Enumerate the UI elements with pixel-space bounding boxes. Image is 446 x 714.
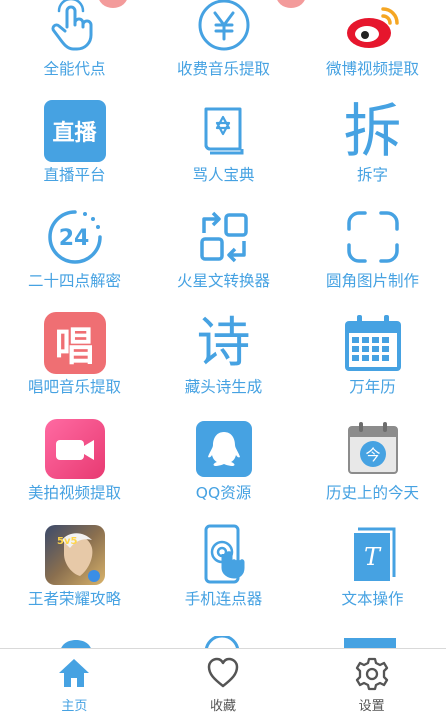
24-icon-text: 24	[58, 226, 89, 251]
tool-tile[interactable]: 唱 唱吧音乐提取	[0, 310, 149, 416]
tool-tile[interactable]: 诗 藏头诗生成	[149, 310, 298, 416]
changba-icon: 唱	[42, 310, 108, 376]
live-broadcast-icon: 直播	[42, 98, 108, 164]
tab-settings[interactable]: 设置	[297, 649, 446, 714]
tool-label: 全能代点	[43, 60, 106, 78]
tool-label: QQ资源	[195, 484, 252, 502]
home-icon	[57, 657, 91, 693]
tool-tile[interactable]: 直播 直播平台	[0, 98, 149, 204]
today-icon-text: 今	[365, 446, 380, 464]
tool-tile[interactable]: 收费音乐提取	[149, 0, 298, 98]
tool-tile[interactable]: 微博视频提取	[298, 0, 446, 98]
tool-label: 万年历	[349, 378, 396, 396]
game-icon-text: 5v5	[57, 536, 77, 547]
tool-label: 文本操作	[341, 590, 404, 608]
tool-tile[interactable]: T 文本操作	[298, 522, 446, 628]
tool-label: 美拍视频提取	[27, 484, 121, 502]
game-hero-icon: 5v5	[42, 522, 108, 588]
qq-penguin-icon	[191, 416, 257, 482]
24-clock-icon: 24	[42, 204, 108, 270]
tool-label: 微博视频提取	[325, 60, 419, 78]
meipai-video-icon	[42, 416, 108, 482]
tool-label: 二十四点解密	[27, 272, 121, 290]
calendar-icon	[340, 310, 406, 376]
tool-tile[interactable]: 24 二十四点解密	[0, 204, 149, 310]
book-star-icon	[191, 98, 257, 164]
heart-icon	[206, 657, 240, 693]
tool-label: 圆角图片制作	[325, 272, 419, 290]
tab-home[interactable]: 主页	[0, 649, 149, 714]
tool-label: 骂人宝典	[192, 166, 255, 184]
tool-tile[interactable]: QQ资源	[149, 416, 298, 522]
live-icon-text: 直播	[43, 100, 106, 162]
tab-favorites[interactable]: 收藏	[149, 649, 298, 714]
poem-icon-text: 诗	[196, 311, 251, 374]
tool-label: 历史上的今天	[325, 484, 419, 502]
tool-tile[interactable]: 拆 拆字	[298, 98, 446, 204]
tool-tile[interactable]: 5v5 王者荣耀攻略	[0, 522, 149, 628]
weibo-icon	[340, 0, 406, 58]
chai-char-icon: 拆	[340, 98, 406, 164]
phone-tap-icon	[191, 522, 257, 588]
today-calendar-icon: 今	[340, 416, 406, 482]
tool-tile[interactable]: 全能代点	[0, 0, 149, 98]
tool-label: 拆字	[356, 166, 388, 184]
tool-tile[interactable]: 圆角图片制作	[298, 204, 446, 310]
tap-hand-icon	[42, 0, 108, 58]
tool-label: 唱吧音乐提取	[27, 378, 121, 396]
tool-label: 直播平台	[43, 166, 106, 184]
text-document-icon: T	[340, 522, 406, 588]
tool-tile[interactable]: 万年历	[298, 310, 446, 416]
text-icon-text: T	[363, 543, 381, 571]
tab-label: 设置	[358, 699, 385, 714]
poem-char-icon: 诗	[191, 310, 257, 376]
tool-label: 收费音乐提取	[176, 60, 270, 78]
changba-icon-text: 唱	[43, 312, 106, 374]
tool-grid: 全能代点 收费音乐提取 微博视频提取 直播 直播平台 骂人宝典 拆 拆字 24 …	[0, 0, 446, 650]
bottom-tab-bar: 主页 收藏 设置	[0, 648, 446, 714]
tab-label: 收藏	[210, 699, 237, 714]
yen-coin-icon	[191, 0, 257, 58]
tool-label: 藏头诗生成	[184, 378, 263, 396]
tool-label: 火星文转换器	[176, 272, 270, 290]
tool-tile[interactable]: 今 历史上的今天	[298, 416, 446, 522]
chai-icon-text: 拆	[343, 97, 402, 165]
convert-arrows-icon	[191, 204, 257, 270]
tool-tile[interactable]: 美拍视频提取	[0, 416, 149, 522]
tool-tile[interactable]: 骂人宝典	[149, 98, 298, 204]
tool-label: 手机连点器	[184, 590, 263, 608]
tool-tile[interactable]: 火星文转换器	[149, 204, 298, 310]
gear-icon	[355, 657, 389, 695]
tab-label: 主页	[61, 699, 88, 714]
tool-tile[interactable]: 手机连点器	[149, 522, 298, 628]
rounded-corner-frame-icon	[340, 204, 406, 270]
tool-label: 王者荣耀攻略	[27, 590, 121, 608]
